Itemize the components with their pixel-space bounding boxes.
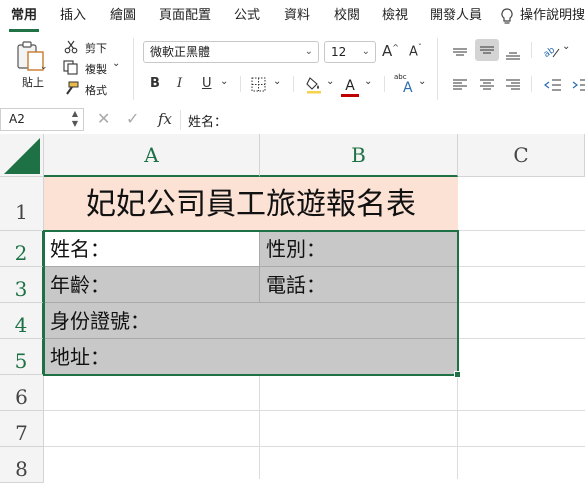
confirm-entry-icon[interactable]: ✓ xyxy=(126,109,139,128)
align-left-icon[interactable] xyxy=(452,77,468,96)
underline-dropdown-chevron-icon[interactable]: ⌄ xyxy=(220,76,228,87)
cut-button[interactable]: 剪下 xyxy=(85,40,107,56)
svg-text:ab: ab xyxy=(543,45,557,59)
font-size-combo[interactable]: 12 ⌄ xyxy=(324,41,376,63)
spreadsheet-grid: A B C 1 2 3 4 5 6 7 8 妃妃公司員工旅遊報名表 姓名： 性別… xyxy=(0,134,585,483)
tab-data[interactable]: 資料 xyxy=(284,0,310,32)
formula-bar: A2 ▲ ▼ ✕ ✓ fx 姓名： xyxy=(0,106,585,135)
font-color-dropdown-chevron-icon[interactable]: ⌄ xyxy=(364,76,372,87)
align-middle-button[interactable] xyxy=(475,39,499,61)
font-color-button[interactable]: A xyxy=(341,75,359,97)
align-middle-icon xyxy=(480,46,494,54)
gridline xyxy=(44,446,585,447)
row-header-7[interactable]: 7 xyxy=(0,411,44,447)
tab-view[interactable]: 檢視 xyxy=(382,0,408,32)
align-bottom-icon[interactable] xyxy=(505,45,521,64)
text-orientation-icon[interactable]: ab xyxy=(542,43,561,63)
tab-home[interactable]: 常用 xyxy=(11,0,37,32)
select-all-corner[interactable] xyxy=(0,134,44,177)
shrink-font-glyph: A xyxy=(409,44,418,60)
borders-icon[interactable] xyxy=(251,77,266,96)
decrease-indent-icon[interactable] xyxy=(544,77,562,96)
name-box-value: A2 xyxy=(9,112,25,126)
format-painter-icon[interactable] xyxy=(63,81,79,100)
format-painter-button[interactable]: 格式 xyxy=(85,82,107,98)
font-size-value: 12 xyxy=(331,45,347,59)
tab-draw[interactable]: 繪圖 xyxy=(110,0,136,32)
align-center-icon[interactable] xyxy=(479,77,495,96)
column-header-c[interactable]: C xyxy=(458,134,585,177)
tab-developer[interactable]: 開發人員 xyxy=(430,0,482,32)
gridline xyxy=(458,338,585,339)
formula-separator xyxy=(180,110,181,130)
ribbon-separator xyxy=(531,42,532,58)
row-header-4[interactable]: 4 xyxy=(0,303,44,339)
tab-review[interactable]: 校閱 xyxy=(334,0,360,32)
paste-dropdown-chevron-icon[interactable]: ⌄ xyxy=(40,62,48,72)
bold-button[interactable]: B xyxy=(150,76,160,91)
tab-insert[interactable]: 插入 xyxy=(60,0,86,32)
ribbon-separator xyxy=(293,76,294,92)
gridline xyxy=(259,375,260,479)
copy-dropdown-chevron-icon[interactable]: ⌄ xyxy=(112,58,120,69)
fill-color-dropdown-chevron-icon[interactable]: ⌄ xyxy=(326,76,334,87)
row-header-2[interactable]: 2 xyxy=(0,231,44,267)
font-color-swatch xyxy=(341,94,359,97)
lightbulb-icon xyxy=(500,8,514,29)
chevron-down-icon: ⌄ xyxy=(361,46,370,57)
insert-function-button[interactable]: fx xyxy=(158,110,172,128)
cancel-entry-icon[interactable]: ✕ xyxy=(97,109,110,128)
orientation-dropdown-chevron-icon[interactable]: ⌄ xyxy=(562,41,570,52)
phonetic-dropdown-chevron-icon[interactable]: ⌄ xyxy=(418,76,426,87)
row-header-1[interactable]: 1 xyxy=(0,177,44,231)
font-name-combo[interactable]: 微軟正黑體 ⌄ xyxy=(143,41,319,63)
selection-outline xyxy=(43,230,459,376)
tab-page-layout[interactable]: 頁面配置 xyxy=(159,0,211,32)
tab-formulas[interactable]: 公式 xyxy=(234,0,260,32)
name-box[interactable]: A2 ▲ ▼ xyxy=(0,108,84,131)
tell-me-search[interactable]: 操作說明搜 xyxy=(520,0,585,32)
row-header-6[interactable]: 6 xyxy=(0,375,44,411)
ribbon-toolbar: 貼上 ⌄ 剪下 複製 ⌄ 格式 微軟正黑體 ⌄ 12 ⌄ A^ Aˇ B I U… xyxy=(0,32,585,107)
gridline xyxy=(44,410,585,411)
fill-handle[interactable] xyxy=(454,371,461,378)
select-all-triangle-icon xyxy=(4,138,40,174)
ribbon-separator xyxy=(384,76,385,92)
align-right-icon[interactable] xyxy=(505,77,521,96)
italic-button[interactable]: I xyxy=(177,76,182,91)
row-header-8[interactable]: 8 xyxy=(0,447,44,483)
ribbon-separator xyxy=(240,76,241,92)
gridline xyxy=(458,302,585,303)
grow-font-glyph: A xyxy=(382,42,393,60)
gridline xyxy=(458,266,585,267)
name-box-spinner-icon[interactable]: ▲ ▼ xyxy=(72,109,78,129)
font-name-value: 微軟正黑體 xyxy=(150,45,211,59)
borders-dropdown-chevron-icon[interactable]: ⌄ xyxy=(273,76,281,87)
row-header-5[interactable]: 5 xyxy=(0,339,44,375)
column-header-b[interactable]: B xyxy=(260,134,458,177)
title-cell[interactable]: 妃妃公司員工旅遊報名表 xyxy=(44,177,458,230)
ribbon-separator xyxy=(133,38,134,100)
shrink-font-button[interactable]: Aˇ xyxy=(409,43,422,59)
copy-icon[interactable] xyxy=(63,60,79,79)
scissors-icon[interactable] xyxy=(64,39,78,58)
font-color-glyph: A xyxy=(345,78,355,94)
ribbon-separator xyxy=(531,76,532,92)
increase-indent-icon[interactable] xyxy=(572,77,585,96)
column-header-a[interactable]: A xyxy=(44,134,260,177)
row-header-3[interactable]: 3 xyxy=(0,267,44,303)
formula-input[interactable]: 姓名： xyxy=(188,111,227,130)
underline-button[interactable]: U xyxy=(202,76,212,91)
grow-font-button[interactable]: A^ xyxy=(382,42,399,60)
phonetic-glyph: A xyxy=(403,80,413,96)
fill-color-icon[interactable] xyxy=(306,76,322,98)
paste-button[interactable]: 貼上 xyxy=(22,74,44,90)
ribbon-menu-bar: 常用 插入 繪圖 頁面配置 公式 資料 校閱 檢視 開發人員 操作說明搜 xyxy=(0,0,585,32)
align-top-icon[interactable] xyxy=(452,45,468,64)
chevron-down-icon: ⌄ xyxy=(304,46,313,57)
copy-button[interactable]: 複製 xyxy=(85,61,107,77)
ribbon-separator xyxy=(437,38,438,100)
